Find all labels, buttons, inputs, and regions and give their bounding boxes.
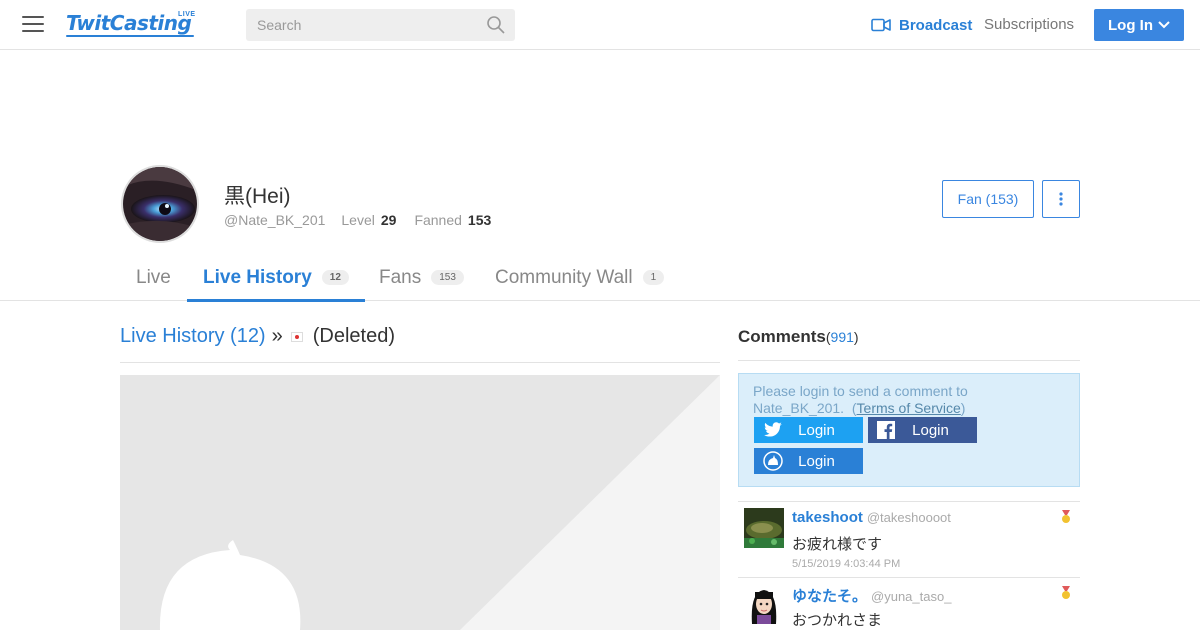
comment-text: お疲れ様です	[792, 536, 883, 553]
comment-item: ゆなたそ。 @yuna_taso_ おつかれさま	[738, 577, 1080, 630]
search-input[interactable]	[246, 9, 515, 41]
movie-title-text: (Deleted)	[312, 325, 395, 347]
menu-icon[interactable]	[22, 16, 44, 34]
profile-avatar[interactable]	[121, 165, 199, 243]
commenter-name-row: ゆなたそ。 @yuna_taso_	[792, 585, 951, 606]
login-label: Log In	[1108, 16, 1153, 34]
tab-live-history[interactable]: Live History 12	[187, 254, 365, 302]
comment-text: おつかれさま	[792, 612, 883, 629]
level-label: Level	[341, 212, 375, 228]
comments-count-close: )	[853, 329, 859, 345]
commenter-name-row: takeshoot @takeshoooot	[792, 509, 951, 526]
chevron-down-icon	[1158, 21, 1170, 29]
twitcasting-login-button[interactable]: Login	[754, 448, 863, 474]
title-divider	[120, 362, 720, 363]
profile-meta: @Nate_BK_201 Level 29 Fanned 153	[224, 212, 503, 228]
facebook-login-label: Login	[912, 421, 949, 439]
commenter-id[interactable]: @takeshoooot	[867, 510, 951, 525]
tab-community-wall-badge: 1	[642, 270, 665, 285]
tab-fans[interactable]: Fans 153	[379, 254, 464, 301]
comment-item: takeshoot @takeshoooot お疲れ様です 5/15/2019 4…	[738, 501, 1080, 577]
level-value: 29	[380, 212, 397, 228]
fanned-value: 153	[467, 212, 492, 228]
comment-time: 5/15/2019 4:03:44 PM	[792, 558, 901, 570]
comments-count-wrapper: (991)	[826, 329, 859, 345]
twitcasting-login-label: Login	[798, 452, 835, 470]
video-player[interactable]	[120, 375, 720, 630]
tab-fans-label: Fans	[379, 266, 422, 288]
top-header: TwitCasting LIVE Broadcast Subscriptions…	[0, 0, 1200, 50]
more-vertical-icon	[1059, 192, 1063, 206]
broadcast-label: Broadcast	[899, 16, 973, 34]
search-icon[interactable]	[486, 15, 506, 35]
facebook-login-button[interactable]: Login	[868, 417, 977, 443]
logo-underline	[66, 35, 194, 37]
comments-count[interactable]: 991	[831, 329, 854, 345]
tab-community-wall-label: Community Wall	[495, 266, 633, 288]
commenter-avatar[interactable]	[744, 508, 784, 548]
terms-of-service-link[interactable]: Terms of Service	[857, 400, 961, 416]
tab-live-history-label: Live History	[203, 266, 312, 288]
tos-close: )	[960, 400, 966, 416]
japan-flag-icon	[290, 331, 303, 342]
tab-live-history-badge: 12	[321, 270, 349, 285]
login-button[interactable]: Log In	[1094, 9, 1184, 41]
tab-fans-badge: 153	[431, 270, 464, 285]
commenter-name[interactable]: takeshoot	[792, 509, 863, 526]
twitter-login-label: Login	[798, 421, 835, 439]
commenter-avatar[interactable]	[744, 584, 784, 624]
breadcrumb-separator: »	[271, 325, 283, 347]
movie-title: Live History (12) » (Deleted)	[120, 325, 395, 348]
login-prompt: Please login to send a comment to Nate_B…	[753, 383, 1073, 417]
tab-community-wall[interactable]: Community Wall 1	[495, 254, 665, 301]
medal-icon	[1062, 586, 1070, 599]
logo-live-tag: LIVE	[178, 11, 196, 18]
comments-divider	[738, 360, 1080, 361]
fan-button[interactable]: Fan (153)	[942, 180, 1034, 218]
site-logo[interactable]: TwitCasting	[66, 11, 192, 35]
tab-live-label: Live	[136, 266, 171, 288]
subscriptions-link[interactable]: Subscriptions	[984, 16, 1074, 33]
profile-tabs: Live Live History 12 Fans 153 Community …	[0, 254, 1200, 302]
profile-handle: @Nate_BK_201	[224, 212, 326, 228]
fanned-label: Fanned	[414, 212, 462, 228]
twitter-login-button[interactable]: Login	[754, 417, 863, 443]
comments-title-text: Comments	[738, 327, 826, 346]
commenter-id[interactable]: @yuna_taso_	[871, 589, 951, 604]
broadcast-link[interactable]: Broadcast	[871, 16, 972, 34]
comment-login-box: Please login to send a comment to Nate_B…	[738, 373, 1080, 487]
video-camera-icon	[871, 18, 891, 32]
commenter-name[interactable]: ゆなたそ。	[792, 588, 867, 605]
more-options-button[interactable]	[1042, 180, 1080, 218]
live-history-link[interactable]: Live History (12)	[120, 325, 266, 348]
profile-name: 黒(Hei)	[224, 185, 291, 208]
medal-icon	[1062, 510, 1070, 523]
tab-live[interactable]: Live	[136, 254, 171, 301]
comments-title: Comments(991)	[738, 327, 859, 347]
